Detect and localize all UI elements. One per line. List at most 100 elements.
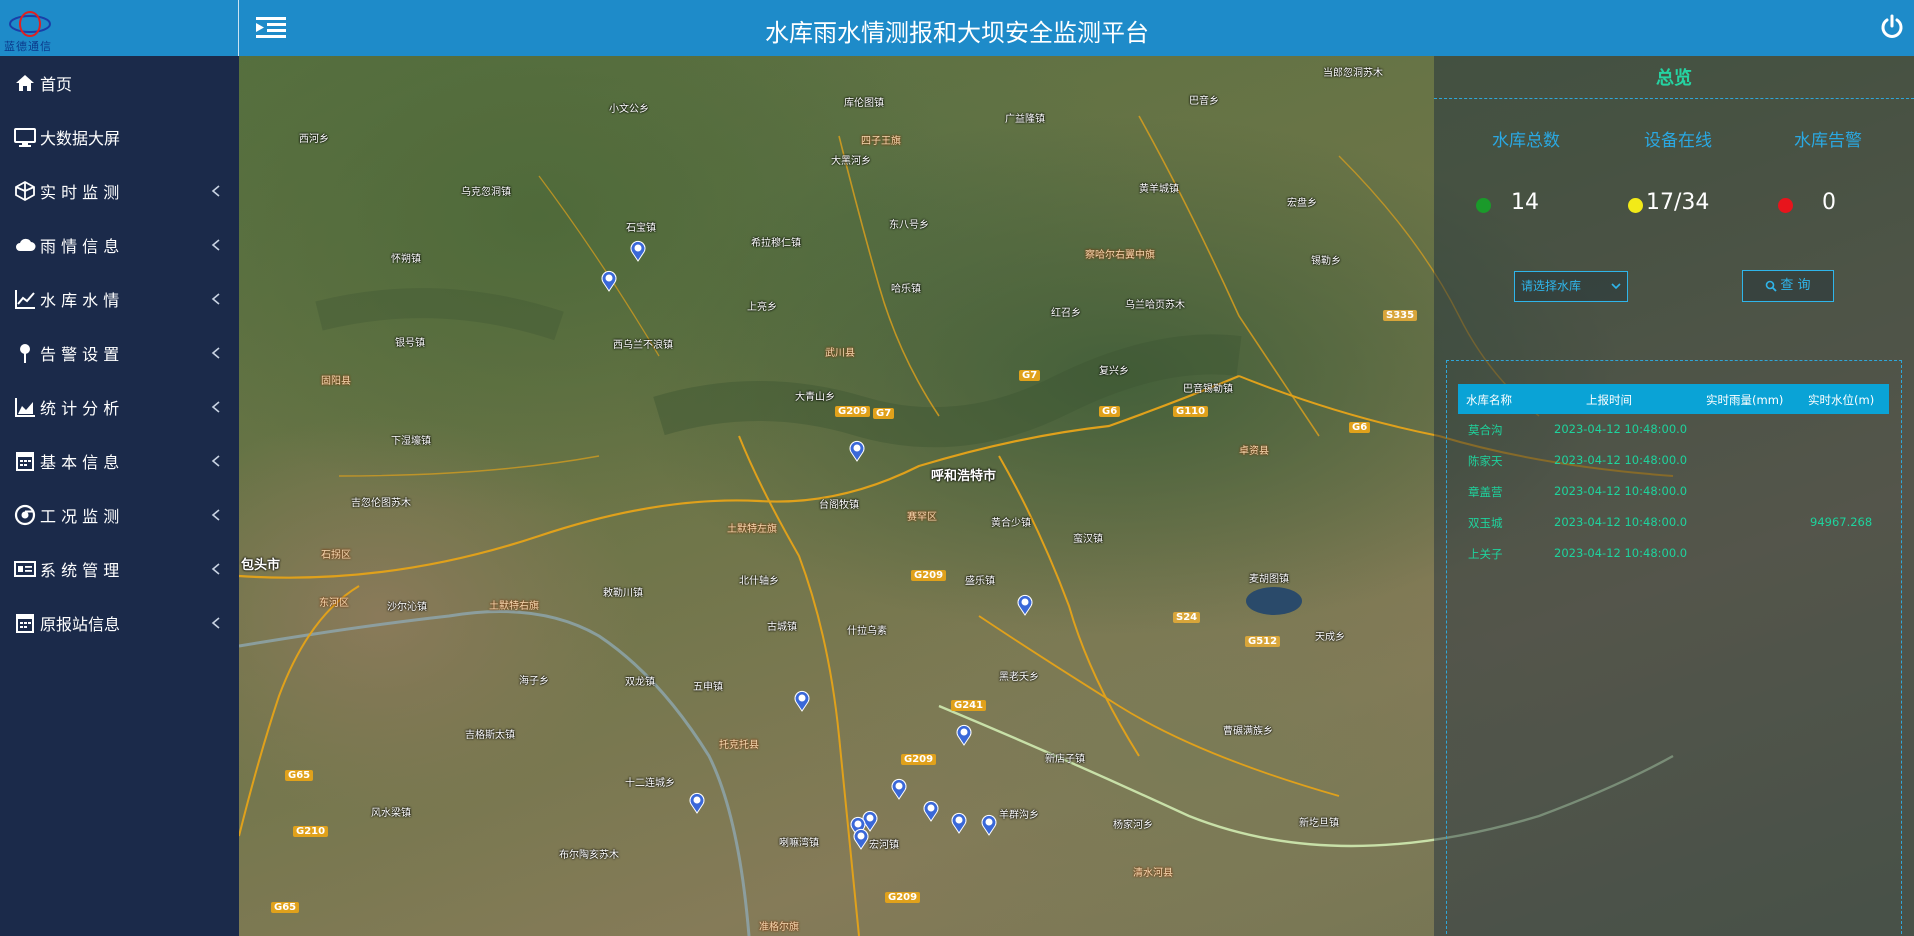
map-county-label: 土默特右旗 [489,601,539,612]
table-row[interactable]: 陈家天 2023-04-12 10:48:00.0 [1458,449,1889,473]
table-row[interactable]: 上关子 2023-04-12 10:48:00.0 [1458,542,1889,566]
map-pin-icon [20,344,30,363]
overview-divider [1434,98,1914,99]
map-place-label: 海子乡 [519,676,549,687]
highway-shield: G512 [1245,636,1281,647]
chevron-left-icon [211,455,220,467]
sidebar-item-raw-station-info[interactable]: 原报站信息 [0,596,239,650]
map-place-label: 古城镇 [767,622,797,633]
map-place-label: 复兴乡 [1099,366,1129,377]
sidebar-item-label: 首页 [40,75,73,94]
reservoir-marker-icon[interactable] [689,792,705,814]
table-row[interactable]: 双玉城 2023-04-12 10:48:00.0 94967.268 [1458,511,1889,535]
chevron-left-icon [211,563,220,575]
overview-title: 总览 [1656,68,1692,89]
query-button[interactable]: 查 询 [1742,270,1834,302]
map-place-label: 黑老夭乡 [999,672,1039,683]
sidebar-item-label: 大数据大屏 [40,129,121,148]
map-place-label: 广益隆镇 [1005,114,1045,125]
line-chart-icon [15,290,35,309]
map-place-label: 什拉乌素 [847,626,887,637]
map-place-label: 宏盘乡 [1287,198,1317,209]
map-place-label: 上亮乡 [747,302,777,313]
chevron-left-icon [211,401,220,413]
map-place-label: 吉忽伦图苏木 [351,498,411,509]
map-county-label: 卓资县 [1239,446,1269,457]
table-header-name: 水库名称 [1466,393,1512,407]
map-place-label: 银号镇 [395,338,425,349]
reservoir-marker-icon[interactable] [849,440,865,462]
reservoir-marker-icon[interactable] [1017,594,1033,616]
cell-time: 2023-04-12 10:48:00.0 [1554,515,1688,529]
sidebar-item-system-management[interactable]: 系 统 管 理 [0,542,239,596]
sidebar-item-label: 系 统 管 理 [40,561,120,580]
reservoir-marker-icon[interactable] [923,800,939,822]
map-place-label: 库伦图镇 [844,98,884,109]
map-county-label: 托克托县 [719,740,759,751]
sidebar-item-rain-info[interactable]: 雨 情 信 息 [0,218,239,272]
map-place-label: 当郎忽洞苏木 [1323,68,1383,79]
monitor-icon [14,128,36,147]
sidebar-item-label: 实 时 监 测 [40,183,120,202]
sidebar: 首页 大数据大屏 实 时 监 测 雨 情 信 息 水 库 水 情 告 警 设 置… [0,56,239,936]
cell-name: 双玉城 [1468,516,1503,530]
sidebar-item-home[interactable]: 首页 [0,56,239,110]
map-place-label: 红召乡 [1051,308,1081,319]
map-place-label: 东八号乡 [889,220,929,231]
reservoir-marker-icon[interactable] [601,270,617,292]
map-place-label: 乌兰哈页苏木 [1125,300,1185,311]
map-place-label: 台阁牧镇 [819,500,859,511]
map-county-label: 东河区 [319,598,349,609]
chevron-left-icon [211,509,220,521]
stat-label-reservoir-alarm: 水库告警 [1794,131,1862,151]
reservoir-marker-icon[interactable] [951,812,967,834]
cube-icon [15,180,35,202]
map-place-label: 敕勒川镇 [603,588,643,599]
chevron-left-icon [211,239,220,251]
map-county-label: 四子王旗 [861,136,901,147]
page-title: 水库雨水情测报和大坝安全监测平台 [765,19,1149,47]
highway-shield: G209 [885,892,921,903]
map-place-label: 麦胡图镇 [1249,574,1289,585]
sidebar-item-statistics[interactable]: 统 计 分 析 [0,380,239,434]
map-place-label: 巴音乡 [1189,96,1219,107]
sidebar-item-realtime-monitor[interactable]: 实 时 监 测 [0,164,239,218]
highway-shield: G7 [1019,370,1041,381]
reservoir-marker-icon[interactable] [794,690,810,712]
logo[interactable]: 蓝德通信 [0,0,239,56]
sidebar-item-basic-info[interactable]: 基 本 信 息 [0,434,239,488]
highway-shield: G241 [951,700,987,711]
sidebar-item-label: 告 警 设 置 [40,345,120,364]
chrome-icon [14,504,36,526]
map-county-label: 固阳县 [321,376,351,387]
search-icon [1766,280,1778,292]
table-row[interactable]: 莫合沟 2023-04-12 10:48:00.0 [1458,418,1889,442]
cloud-icon [16,238,36,251]
reservoir-marker-icon[interactable] [853,828,869,850]
map-place-label: 黄羊城镇 [1139,184,1179,195]
reservoir-marker-icon[interactable] [956,724,972,746]
menu-toggle-icon[interactable] [256,15,286,39]
reservoir-marker-icon[interactable] [981,814,997,836]
reservoir-marker-icon[interactable] [630,240,646,262]
map-place-label: 北什轴乡 [739,576,779,587]
sidebar-item-alarm-settings[interactable]: 告 警 设 置 [0,326,239,380]
sidebar-item-label: 原报站信息 [40,615,121,634]
highway-shield: G6 [1099,406,1121,417]
chevron-down-icon [1611,283,1621,290]
chevron-left-icon [211,293,220,305]
table-header-level: 实时水位(m) [1808,393,1875,407]
table-header-rain: 实时雨量(mm) [1706,393,1784,407]
sidebar-item-big-data-screen[interactable]: 大数据大屏 [0,110,239,164]
reservoir-marker-icon[interactable] [891,778,907,800]
power-icon[interactable] [1880,14,1904,40]
highway-shield: G209 [835,406,871,417]
map-place-label: 沙尔沁镇 [387,602,427,613]
sidebar-item-reservoir-water[interactable]: 水 库 水 情 [0,272,239,326]
table-row[interactable]: 章盖营 2023-04-12 10:48:00.0 [1458,480,1889,504]
reservoir-select[interactable]: 请选择水库 [1514,271,1628,302]
sidebar-item-condition-monitor[interactable]: 工 况 监 测 [0,488,239,542]
sidebar-item-label: 雨 情 信 息 [40,237,120,256]
map-place-label: 喇嘛湾镇 [779,838,819,849]
chevron-left-icon [211,185,220,197]
